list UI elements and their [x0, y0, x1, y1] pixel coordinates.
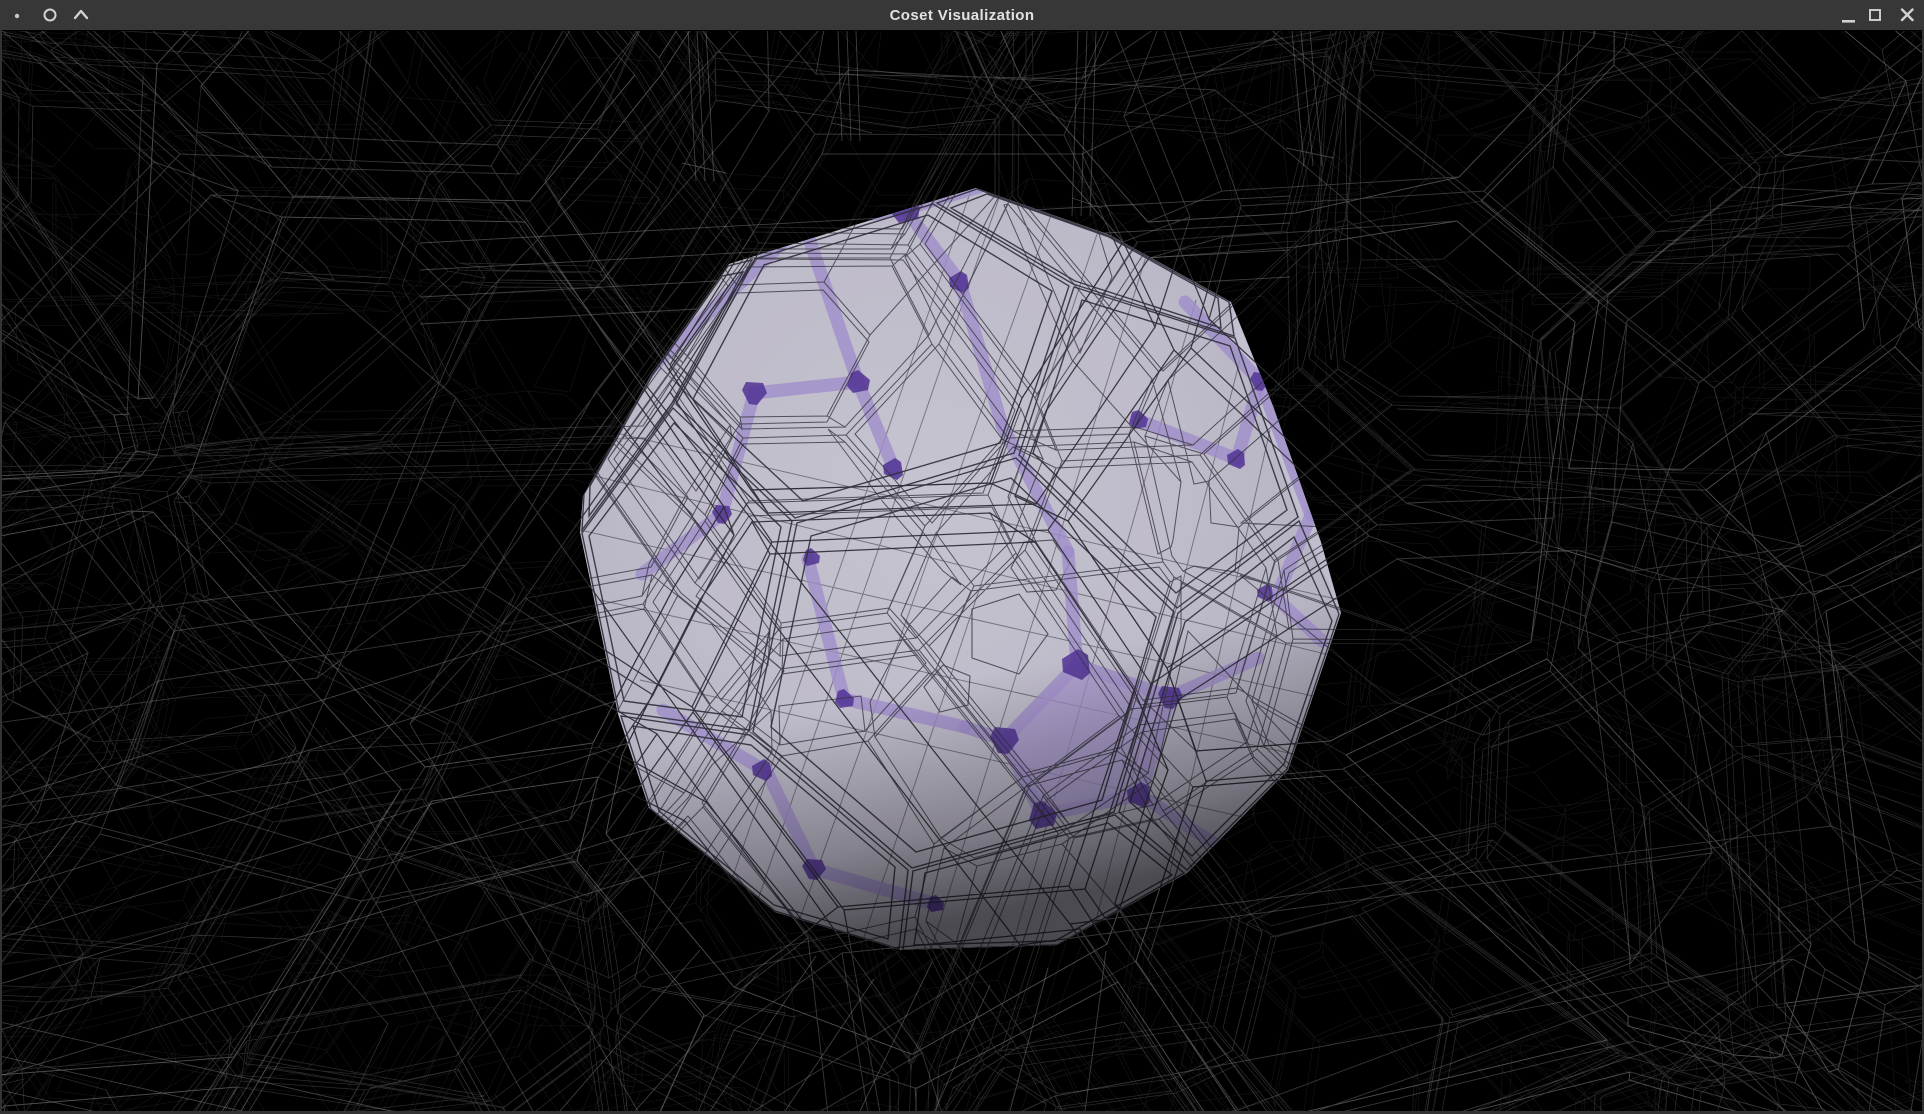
svg-text:Coset Visualization: Coset Visualization — [890, 7, 1035, 24]
